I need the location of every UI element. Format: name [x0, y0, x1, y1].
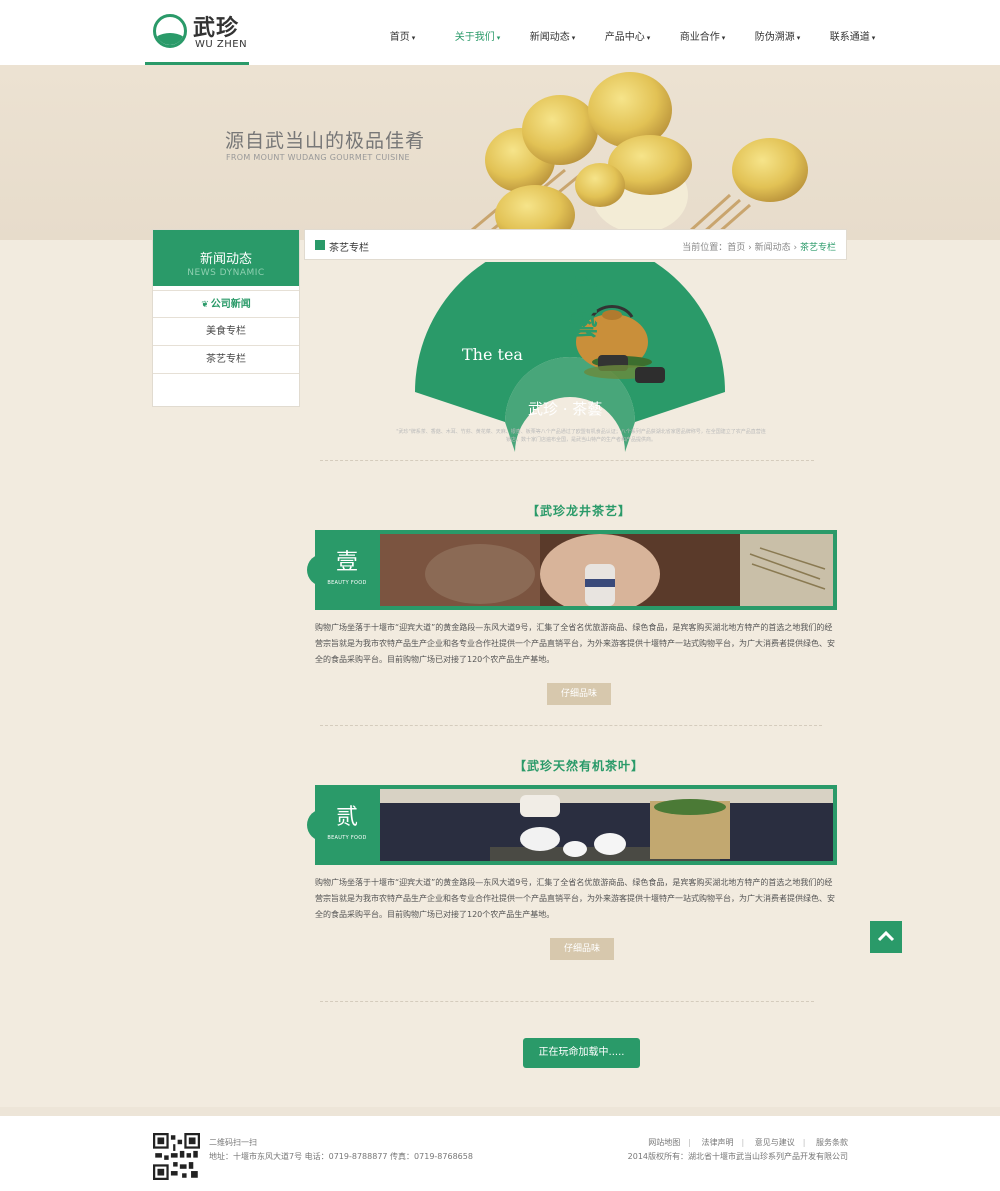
section-text: 购物广场坐落于十堰市“迎宾大道”的黄金路段—东风大道9号，汇集了全省名优旅游商品… — [315, 878, 835, 919]
chevron-down-icon: ▾ — [871, 34, 876, 42]
chevron-down-icon: ▾ — [571, 34, 576, 42]
banner: 源自武当山的极品佳肴 FROM MOUNT WUDANG GOURMET CUI… — [0, 65, 1000, 240]
divider — [320, 460, 814, 461]
section-banner: 贰 BEAUTY FOOD — [307, 785, 837, 865]
section-number-cn: 贰 — [335, 805, 358, 830]
chevron-up-icon — [877, 930, 895, 942]
qr-label: 二维码扫一扫 — [209, 1138, 257, 1147]
breadcrumb-separator: › — [745, 243, 755, 253]
chevron-down-icon: ▾ — [646, 34, 651, 42]
nav-item-anticounterfeit[interactable]: 防伪溯源 ▾ — [740, 0, 815, 65]
divider — [320, 1001, 814, 1002]
qr-code-icon — [153, 1133, 200, 1180]
section-banner: 壹 BEAUTY FOOD — [307, 530, 837, 610]
chevron-down-icon: ▾ — [796, 34, 801, 42]
breadcrumb-bar: 茶艺专栏 当前位置：首页 › 新闻动态 › 茶艺专栏 — [304, 229, 847, 260]
nav-label: 新闻动态 — [529, 32, 570, 43]
section-number-en: BEAUTY FOOD — [327, 835, 367, 841]
footer-links-block: 网站地图 | 法律声明 | 意见与建议 | 服务条款 2014版权所有：湖北省十堰市武… — [628, 1136, 848, 1164]
section-number-en: BEAUTY FOOD — [327, 580, 367, 586]
breadcrumb: 当前位置：首页 › 新闻动态 › 茶艺专栏 — [682, 240, 836, 253]
back-to-top-button[interactable] — [870, 921, 902, 953]
breadcrumb-current: 茶艺专栏 — [799, 243, 836, 253]
chevron-down-icon: ▾ — [411, 34, 416, 42]
nav-label: 首页 — [389, 32, 410, 43]
chevron-down-icon: ▾ — [496, 34, 501, 42]
footer-link-sitemap[interactable]: 网站地图 — [648, 1138, 680, 1147]
read-more-button[interactable]: 仔细品味 — [550, 938, 614, 960]
leaf-icon: ❦ — [201, 300, 209, 310]
mushroom-illustration — [459, 72, 808, 240]
sidebar-item-food-column[interactable]: 美食专栏 — [153, 318, 299, 346]
fan-description: "武珍"牌系茶、香菇、木耳、竹荪、黄花菜、天麻、银杏、板栗等八个产品通过了欧盟有… — [396, 429, 766, 443]
chevron-down-icon: ▾ — [721, 34, 726, 42]
nav-label: 防伪溯源 — [754, 32, 795, 43]
breadcrumb-separator: › — [790, 243, 800, 253]
sidebar: 新闻动态 NEWS DYNAMIC ❦ 公司新闻 美食专栏 茶艺专栏 — [152, 229, 300, 407]
load-more-button[interactable]: 正在玩命加载中..... — [523, 1038, 640, 1068]
sidebar-item-tea-column[interactable]: 茶艺专栏 — [153, 346, 299, 374]
nav-label: 关于我们 — [454, 32, 495, 43]
fan-english-text: The tea — [462, 345, 523, 364]
banner-subtitle: FROM MOUNT WUDANG GOURMET CUISINE — [226, 153, 410, 162]
footer-copyright: 2014版权所有：湖北省十堰市武当山珍系列产品开发有限公司 — [627, 1152, 848, 1161]
sidebar-header: 新闻动态 NEWS DYNAMIC — [153, 230, 299, 286]
footer-address: 地址：十堰市东风大道7号 电话：0719-8788877 传真：0719-876… — [209, 1152, 473, 1161]
logo[interactable]: 武珍 WU ZHEN — [145, 0, 249, 65]
sidebar-item-label: 茶艺专栏 — [206, 354, 246, 365]
nav-item-about[interactable]: 关于我们 ▾ — [440, 0, 515, 65]
read-more-button[interactable]: 仔细品味 — [547, 683, 611, 705]
fan-big-text: 茶藝 — [568, 269, 598, 342]
section-title: 【武珍天然有机茶叶】 — [513, 759, 644, 773]
section-number: 贰 BEAUTY FOOD — [315, 785, 379, 865]
section-number-cn: 壹 — [335, 550, 358, 575]
logo-emblem-icon — [153, 14, 187, 48]
nav-label: 联系通道 — [829, 32, 870, 43]
header: 武珍 WU ZHEN 首页 ▾ 关于我们 ▾ 新闻动态 ▾ 产品中心 ▾ 商业合作 ▾ 防… — [0, 0, 1000, 65]
sidebar-title: 新闻动态 — [199, 252, 252, 267]
footer: 二维码扫一扫 地址：十堰市东风大道7号 电话：0719-8788877 传真：0… — [0, 1107, 1000, 1191]
separator: | — [688, 1138, 691, 1147]
nav-item-contact[interactable]: 联系通道 ▾ — [815, 0, 890, 65]
nav-item-news[interactable]: 新闻动态 ▾ — [515, 0, 590, 65]
breadcrumb-home-link[interactable]: 首页 — [727, 243, 745, 253]
nav-item-products[interactable]: 产品中心 ▾ — [590, 0, 665, 65]
sidebar-item-company-news[interactable]: ❦ 公司新闻 — [153, 290, 299, 318]
main-nav: 首页 ▾ 关于我们 ▾ 新闻动态 ▾ 产品中心 ▾ 商业合作 ▾ 防伪溯源 ▾ 联系通道 ▾ — [365, 0, 890, 65]
nav-item-home[interactable]: 首页 ▾ — [365, 0, 440, 65]
footer-link-terms[interactable]: 服务条款 — [816, 1138, 848, 1147]
tea-ceremony-image — [380, 789, 833, 861]
divider — [320, 725, 822, 726]
logo-text: 武珍 — [193, 15, 240, 41]
sidebar-item-label: 美食专栏 — [206, 326, 246, 337]
separator: | — [802, 1138, 806, 1147]
nav-label: 产品中心 — [604, 32, 645, 43]
breadcrumb-news-link[interactable]: 新闻动态 — [755, 243, 791, 253]
nav-item-business[interactable]: 商业合作 ▾ — [665, 0, 740, 65]
section-text: 购物广场坐落于十堰市“迎宾大道”的黄金路段—东风大道9号，汇集了全省名优旅游商品… — [315, 623, 835, 664]
logo-subtext: WU ZHEN — [195, 39, 248, 50]
section-title: 【武珍龙井茶艺】 — [526, 504, 631, 518]
sidebar-subtitle: NEWS DYNAMIC — [187, 268, 265, 278]
footer-link-legal[interactable]: 法律声明 — [702, 1138, 734, 1147]
section-marker-icon — [315, 240, 325, 250]
banner-title: 源自武当山的极品佳肴 — [225, 130, 426, 152]
page-title: 茶艺专栏 — [329, 243, 369, 254]
section-number: 壹 BEAUTY FOOD — [315, 530, 379, 610]
footer-links: 网站地图 | 法律声明 | 意见与建议 | 服务条款 — [628, 1136, 848, 1150]
breadcrumb-prefix: 当前位置： — [682, 243, 728, 253]
sidebar-item-label: 公司新闻 — [210, 299, 251, 310]
nav-label: 商业合作 — [679, 32, 720, 43]
fan-bottom-text: 武珍 · 茶藝 — [528, 400, 603, 418]
footer-link-feedback[interactable]: 意见与建议 — [755, 1138, 795, 1147]
separator: | — [741, 1138, 745, 1147]
footer-contact: 二维码扫一扫 地址：十堰市东风大道7号 电话：0719-8788877 传真：0… — [209, 1136, 473, 1164]
tea-pouring-image — [380, 534, 833, 606]
